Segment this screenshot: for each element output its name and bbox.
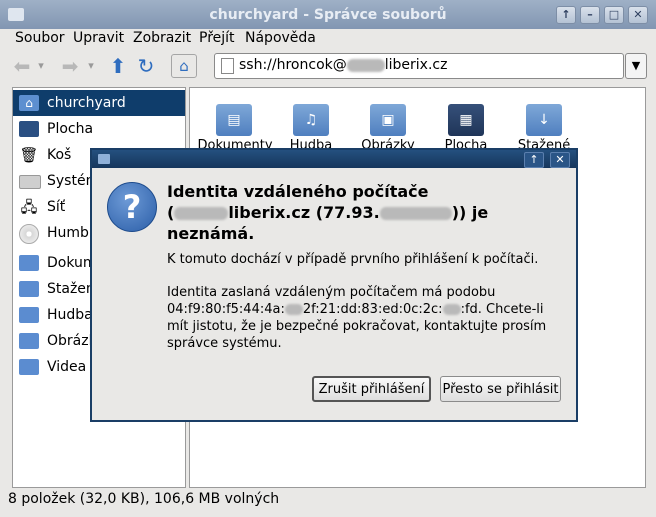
forward-button[interactable]: ➡ bbox=[58, 54, 82, 78]
reload-button[interactable]: ↻ bbox=[134, 54, 158, 78]
roll-up-button[interactable]: ↑ bbox=[556, 6, 576, 24]
forward-history-button[interactable]: ▾ bbox=[84, 54, 98, 78]
location-text[interactable]: ssh://hroncok@ liberix.cz bbox=[239, 57, 447, 73]
question-icon: ? bbox=[107, 182, 157, 232]
close-button[interactable]: ✕ bbox=[628, 6, 648, 24]
up-button[interactable]: ⬆ bbox=[106, 54, 130, 78]
folder-icon[interactable]: ↓ bbox=[526, 104, 562, 136]
redacted-block bbox=[284, 304, 303, 315]
arrow-up-icon: ⬆ bbox=[109, 54, 127, 78]
folder-icon bbox=[19, 333, 39, 349]
arrow-left-icon: ⬅ bbox=[13, 54, 31, 78]
menu-upravit[interactable]: Upravit bbox=[73, 30, 124, 46]
host-identity-dialog: ↑ ✕ ? Identita vzdáleného počítače (libe… bbox=[90, 148, 578, 422]
menu-napoveda[interactable]: Nápověda bbox=[245, 30, 316, 46]
menu-zobrazit[interactable]: Zobrazit bbox=[133, 30, 191, 46]
minimize-button[interactable]: – bbox=[580, 6, 600, 24]
desktop-icon bbox=[19, 121, 39, 137]
folder-icon bbox=[19, 281, 39, 297]
folder-icon[interactable]: ▦ bbox=[448, 104, 484, 136]
folder-icon bbox=[19, 359, 39, 375]
headline-line-1: Identita vzdáleného počítače bbox=[167, 182, 429, 201]
network-icon: 🖧 bbox=[20, 198, 38, 216]
folder-icon bbox=[98, 154, 110, 164]
sidebar-item-label: Síť bbox=[47, 199, 66, 215]
back-button[interactable]: ⬅ bbox=[10, 54, 34, 78]
location-bar[interactable]: ssh://hroncok@ liberix.cz bbox=[214, 53, 624, 79]
maximize-button[interactable]: □ bbox=[604, 6, 624, 24]
folder-icon[interactable]: ▣ bbox=[370, 104, 406, 136]
location-dropdown-button[interactable]: ▼ bbox=[625, 53, 647, 79]
dialog-message-first-login: K tomuto dochází v případě prvního přihl… bbox=[167, 252, 539, 267]
drive-icon bbox=[19, 175, 41, 189]
back-history-button[interactable]: ▾ bbox=[34, 54, 48, 78]
sidebar-item-label: Stažen bbox=[47, 281, 95, 297]
sidebar-item-churchyard[interactable]: ⌂ churchyard bbox=[13, 90, 185, 116]
sidebar-item-label: Videa bbox=[47, 359, 87, 375]
sidebar-item-label: churchyard bbox=[47, 95, 126, 111]
status-text: 8 položek (32,0 KB), 106,6 MB volných bbox=[8, 491, 280, 507]
folder-icon[interactable]: ▤ bbox=[216, 104, 252, 136]
dialog-close-button[interactable]: ✕ bbox=[550, 152, 570, 168]
reload-icon: ↻ bbox=[137, 54, 155, 78]
sidebar-item-label: Hudba bbox=[47, 307, 93, 323]
redacted-block bbox=[174, 207, 229, 220]
menu-soubor[interactable]: Soubor bbox=[15, 30, 65, 46]
folder-icon bbox=[19, 255, 39, 271]
chevron-down-icon: ▼ bbox=[631, 59, 641, 72]
arrow-up-icon: ↑ bbox=[529, 153, 539, 166]
home-icon: ⌂ bbox=[19, 95, 39, 111]
location-prefix: ssh://hroncok@ bbox=[239, 57, 347, 73]
dialog-headline: Identita vzdáleného počítače (liberix.cz… bbox=[167, 181, 557, 244]
dialog-titlebar[interactable]: ↑ ✕ bbox=[92, 150, 576, 168]
headline-line-2: (liberix.cz (77.93.)) je bbox=[167, 203, 489, 222]
maximize-icon: □ bbox=[608, 8, 620, 21]
menubar: Soubor Upravit Zobrazit Přejít Nápověda bbox=[0, 29, 656, 49]
window-titlebar[interactable]: churchyard - Správce souborů ↑ – □ ✕ bbox=[0, 0, 656, 29]
redacted-block bbox=[346, 58, 385, 72]
dialog-roll-up-button[interactable]: ↑ bbox=[524, 152, 544, 168]
statusbar: 8 položek (32,0 KB), 106,6 MB volných bbox=[0, 489, 656, 511]
folder-icon bbox=[19, 307, 39, 323]
arrow-right-icon: ➡ bbox=[61, 54, 79, 78]
sidebar-item-label: Humbl bbox=[47, 225, 93, 241]
redacted-block bbox=[442, 304, 461, 315]
trash-icon: 🗑 bbox=[19, 146, 39, 164]
chevron-down-icon: ▾ bbox=[88, 59, 94, 72]
sidebar-item-label: Plocha bbox=[47, 121, 94, 137]
chevron-down-icon: ▾ bbox=[38, 59, 44, 72]
close-icon: ✕ bbox=[633, 8, 643, 21]
home-button[interactable]: ⌂ bbox=[171, 54, 197, 78]
sidebar-item-plocha[interactable]: Plocha bbox=[13, 116, 185, 142]
minimize-icon: – bbox=[587, 8, 593, 21]
folder-icon[interactable]: ♫ bbox=[293, 104, 329, 136]
cancel-login-button[interactable]: Zrušit přihlášení bbox=[312, 376, 431, 402]
dialog-message-fingerprint: Identita zaslaná vzdáleným počítačem má … bbox=[167, 285, 547, 351]
arrow-up-icon: ↑ bbox=[561, 8, 571, 21]
home-icon: ⌂ bbox=[179, 57, 189, 75]
headline-line-3: neznámá. bbox=[167, 224, 255, 243]
menu-prejit[interactable]: Přejít bbox=[199, 30, 235, 46]
document-icon bbox=[221, 58, 234, 74]
redacted-block bbox=[379, 207, 452, 220]
sidebar-item-label: Koš bbox=[47, 147, 72, 163]
location-suffix: liberix.cz bbox=[384, 57, 448, 73]
close-icon: ✕ bbox=[555, 153, 565, 166]
disc-icon bbox=[19, 224, 39, 244]
continue-login-button[interactable]: Přesto se přihlásit bbox=[440, 376, 561, 402]
